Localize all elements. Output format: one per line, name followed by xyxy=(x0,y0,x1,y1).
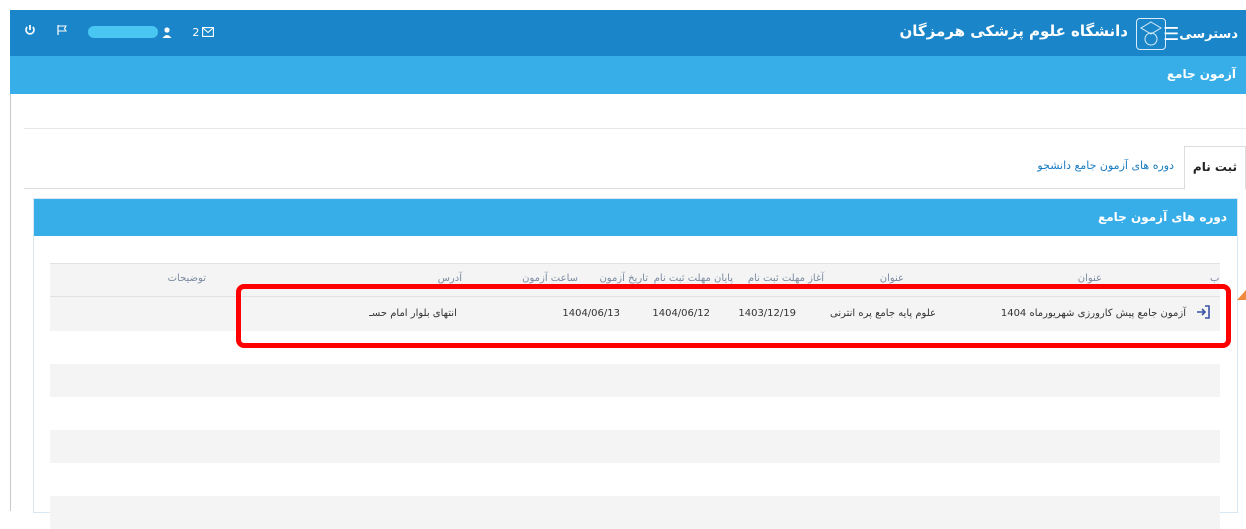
column-header-description[interactable]: توضیحات xyxy=(168,273,206,284)
user-icon xyxy=(162,26,172,38)
column-header-reg-end[interactable]: پایان مهلت ثبت نام xyxy=(654,273,733,284)
exam-courses-panel: دوره های آزمون جامع انتخاب عنوان عنوان آ… xyxy=(33,198,1238,529)
user-menu[interactable] xyxy=(88,25,172,40)
column-header-exam-date[interactable]: تاریخ آزمون xyxy=(599,273,648,284)
messages-count: 2 xyxy=(192,25,200,39)
messages-button[interactable]: 2 xyxy=(192,25,215,40)
empty-row xyxy=(50,430,1220,463)
empty-row xyxy=(50,364,1220,397)
tab-register[interactable]: ثبت نام xyxy=(1183,146,1246,190)
tab-bar: ثبت نام دوره های آزمون جامع دانشجو xyxy=(24,146,1246,190)
column-header-action[interactable]: انتخاب xyxy=(1210,273,1220,284)
empty-row xyxy=(50,397,1220,430)
panel-header: دوره های آزمون جامع xyxy=(34,199,1237,236)
column-header-subtitle[interactable]: عنوان xyxy=(880,273,904,284)
column-header-title[interactable]: عنوان xyxy=(1078,273,1102,284)
highlight-box xyxy=(236,284,1231,348)
page-title: آزمون جامع xyxy=(1166,67,1236,81)
username-redacted xyxy=(88,26,159,38)
access-menu-button[interactable]: ☰دسترسی xyxy=(1160,24,1238,45)
user-toolbar: 2 xyxy=(24,24,230,40)
divider xyxy=(24,128,1246,129)
content-border xyxy=(10,94,11,511)
column-header-address[interactable]: آدرس xyxy=(438,273,462,284)
power-icon[interactable] xyxy=(24,24,36,40)
envelope-icon xyxy=(202,27,215,37)
university-name: دانشگاه علوم پزشکی هرمزگان xyxy=(899,22,1128,40)
access-menu-label: دسترسی xyxy=(1179,27,1238,42)
empty-row xyxy=(50,463,1220,496)
breadcrumb: آزمون جامع xyxy=(10,56,1246,94)
column-header-reg-start[interactable]: آغاز مهلت ثبت نام xyxy=(748,273,824,284)
hamburger-icon: ☰ xyxy=(1163,24,1180,45)
empty-row xyxy=(50,496,1220,529)
column-header-exam-time[interactable]: ساعت آزمون xyxy=(522,273,578,284)
panel-title: دوره های آزمون جامع xyxy=(1098,210,1227,224)
tab-student-exam-courses[interactable]: دوره های آزمون جامع دانشجو xyxy=(1037,146,1174,188)
top-navbar: 2 دانشگاه علوم پزشکی هرمزگان ☰دسترسی xyxy=(10,10,1246,56)
flag-icon[interactable] xyxy=(56,24,68,40)
orange-marker xyxy=(1237,290,1246,300)
